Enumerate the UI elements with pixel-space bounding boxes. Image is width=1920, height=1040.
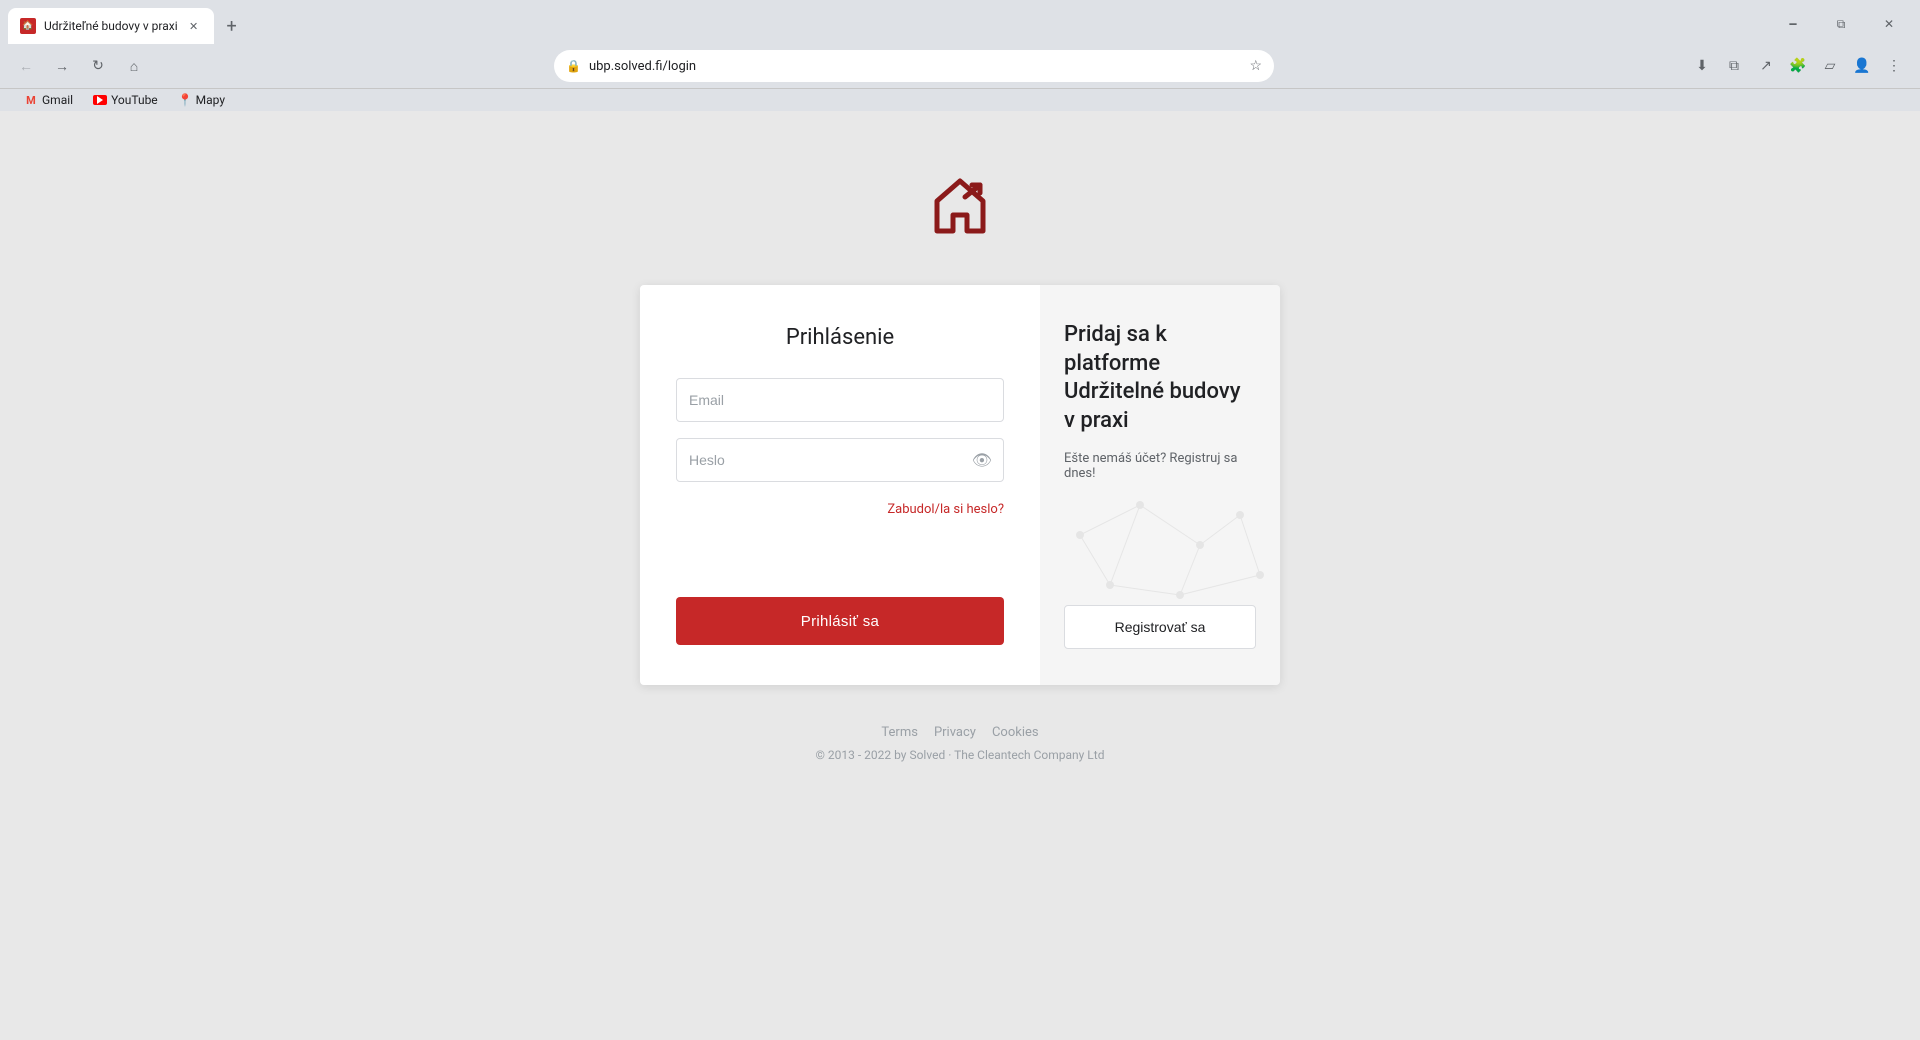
toolbar-right: ⬇ ⧉ ↗ 🧩 ▱ 👤 ⋮	[1688, 52, 1908, 80]
address-bar[interactable]: 🔒 ubp.solved.fi/login ☆	[554, 50, 1274, 82]
minimize-button[interactable]: 🗕	[1770, 8, 1816, 40]
address-text: ubp.solved.fi/login	[589, 59, 1241, 74]
browser-chrome: 🏠 Udržiteľné budovy v praxi ✕ + 🗕 ⧉ ✕ ← …	[0, 0, 1920, 111]
download-icon[interactable]: ⬇	[1688, 52, 1716, 80]
footer-links: Terms Privacy Cookies	[816, 725, 1105, 740]
window-controls: 🗕 ⧉ ✕	[1770, 8, 1912, 44]
tab-title: Udržiteľné budovy v praxi	[44, 19, 178, 33]
login-card-wrapper: Prihlásenie 👁 Zabudol/la si heslo? Prihl…	[640, 285, 1280, 685]
restore-button[interactable]: ⧉	[1818, 8, 1864, 40]
maps-icon: 📍	[178, 93, 192, 107]
privacy-link[interactable]: Privacy	[934, 725, 976, 740]
password-input[interactable]	[676, 438, 1004, 482]
title-bar: 🏠 Udržiteľné budovy v praxi ✕ + 🗕 ⧉ ✕	[0, 0, 1920, 44]
email-input[interactable]	[676, 378, 1004, 422]
close-button[interactable]: ✕	[1866, 8, 1912, 40]
gmail-icon: M	[24, 93, 38, 107]
register-button[interactable]: Registrovať sa	[1064, 605, 1256, 649]
network-decoration	[1040, 475, 1280, 625]
address-right-icons: ☆	[1249, 58, 1262, 74]
bookmark-youtube[interactable]: YouTube	[85, 91, 166, 109]
menu-icon[interactable]: ⋮	[1880, 52, 1908, 80]
logo-container	[925, 171, 995, 245]
lock-icon: 🔒	[566, 59, 581, 73]
profile-icon[interactable]: 👤	[1848, 52, 1876, 80]
login-panel: Prihlásenie 👁 Zabudol/la si heslo? Prihl…	[640, 285, 1040, 685]
login-title: Prihlásenie	[676, 325, 1004, 350]
bookmark-youtube-label: YouTube	[111, 93, 158, 107]
bookmark-mapy[interactable]: 📍 Mapy	[170, 91, 233, 109]
youtube-icon	[93, 95, 107, 105]
copyright: © 2013 - 2022 by Solved · The Cleantech …	[816, 748, 1105, 762]
extensions-icon[interactable]: 🧩	[1784, 52, 1812, 80]
bookmarks-bar: M Gmail YouTube 📍 Mapy	[0, 88, 1920, 111]
back-button[interactable]: ←	[12, 52, 40, 80]
terms-link[interactable]: Terms	[881, 725, 918, 740]
share-icon[interactable]: ↗	[1752, 52, 1780, 80]
bookmark-mapy-label: Mapy	[196, 93, 225, 107]
cookies-link[interactable]: Cookies	[992, 725, 1039, 740]
forgot-password-link[interactable]: Zabudol/la si heslo?	[676, 498, 1004, 517]
new-tab-button[interactable]: +	[218, 12, 246, 40]
app-logo	[925, 171, 995, 241]
tab-close-button[interactable]: ✕	[186, 18, 202, 34]
spacer	[676, 517, 1004, 597]
login-button[interactable]: Prihlásiť sa	[676, 597, 1004, 645]
sidebar-icon[interactable]: ▱	[1816, 52, 1844, 80]
reload-button[interactable]: ↻	[84, 52, 112, 80]
forgot-password-anchor[interactable]: Zabudol/la si heslo?	[887, 502, 1004, 517]
password-wrapper: 👁	[676, 438, 1004, 482]
tab-favicon: 🏠	[20, 18, 36, 34]
address-bar-row: ← → ↻ ⌂ 🔒 ubp.solved.fi/login ☆ ⬇ ⧉ ↗ 🧩 …	[0, 44, 1920, 88]
bookmark-star-icon[interactable]: ☆	[1249, 58, 1262, 74]
forward-button[interactable]: →	[48, 52, 76, 80]
register-panel: Pridaj sa k platforme Udržitelné budovy …	[1040, 285, 1280, 685]
copy-icon[interactable]: ⧉	[1720, 52, 1748, 80]
home-button[interactable]: ⌂	[120, 52, 148, 80]
browser-tab[interactable]: 🏠 Udržiteľné budovy v praxi ✕	[8, 8, 214, 44]
show-password-icon[interactable]: 👁	[972, 451, 992, 470]
bookmark-gmail-label: Gmail	[42, 93, 73, 107]
footer: Terms Privacy Cookies © 2013 - 2022 by S…	[816, 725, 1105, 762]
page-content: Prihlásenie 👁 Zabudol/la si heslo? Prihl…	[0, 111, 1920, 1040]
bookmark-gmail[interactable]: M Gmail	[16, 91, 81, 109]
register-title: Pridaj sa k platforme Udržitelné budovy …	[1064, 321, 1256, 435]
